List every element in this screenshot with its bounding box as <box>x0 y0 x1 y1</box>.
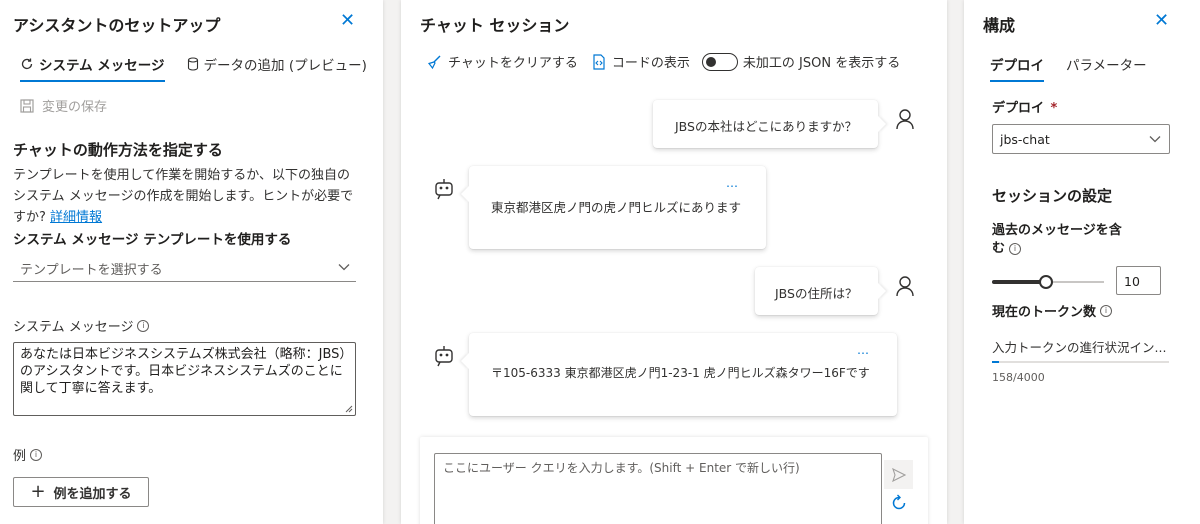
tab-label: データの追加 (プレビュー) <box>203 58 367 74</box>
bot-avatar-icon <box>435 346 453 367</box>
description-line: すか? 詳細情報 <box>13 207 373 228</box>
config-tabs: デプロイ パラメーター <box>990 54 1147 82</box>
assistant-setup-title: アシスタントのセットアップ <box>13 16 221 35</box>
raw-json-label: 未加工の JSON を表示する <box>742 56 901 71</box>
setup-tabs: システム メッセージ データの追加 (プレビュー) <box>20 54 367 82</box>
assistant-message: … 〒105-6333 東京都港区虎ノ門1-23-1 虎ノ門ヒルズ森タワー16F… <box>469 333 897 416</box>
chat-session-title: チャット セッション <box>420 16 570 35</box>
more-options-icon[interactable]: … <box>726 176 739 190</box>
resize-handle-icon[interactable] <box>345 405 353 413</box>
token-count-label-row: 現在のトークン数 i <box>992 301 1113 320</box>
regenerate-icon[interactable] <box>890 494 908 512</box>
deploy-label: デプロイ <box>992 101 1045 116</box>
assistant-message: … 東京都港区虎ノ門の虎ノ門ヒルズにあります <box>469 166 766 249</box>
close-icon[interactable]: ✕ <box>1154 12 1169 30</box>
chevron-down-icon <box>1149 136 1161 143</box>
template-dropdown[interactable]: テンプレートを選択する <box>13 254 356 282</box>
save-icon <box>20 98 34 113</box>
deploy-label-row: デプロイ * <box>992 97 1057 116</box>
behavior-heading: チャットの動作方法を指定する <box>13 141 223 159</box>
info-icon[interactable]: i <box>30 448 43 461</box>
past-messages-label-line2: む <box>992 241 1006 256</box>
behavior-description: テンプレートを使用して作業を開始するか、以下の独自の システム メッセージの作成… <box>13 165 373 228</box>
add-example-button[interactable]: + 例を追加する <box>13 477 149 507</box>
user-avatar-icon <box>896 276 914 297</box>
info-icon[interactable]: i <box>137 319 150 332</box>
session-settings-heading: セッションの設定 <box>992 187 1113 205</box>
configuration-panel: 構成 ✕ デプロイ パラメーター デプロイ * jbs-chat セッションの設… <box>964 0 1200 524</box>
tab-label: パラメーター <box>1066 58 1147 74</box>
past-messages-label-line1: 過去のメッセージを含 <box>992 223 1122 238</box>
description-line: システム メッセージの作成を開始します。ヒントが必要で <box>13 189 354 204</box>
slider-fill <box>992 280 1046 284</box>
chat-input-placeholder: ここにユーザー クエリを入力します。(Shift + Enter で新しい行) <box>443 461 800 475</box>
refresh-icon <box>21 58 33 70</box>
message-text: JBSの本社はどこにありますか？ <box>675 119 858 134</box>
save-changes-button[interactable]: 変更の保存 <box>20 96 107 115</box>
assistant-setup-panel: アシスタントのセットアップ ✕ システム メッセージ データの追加 (プレビュー… <box>0 0 383 524</box>
description-tail: すか? <box>13 210 46 225</box>
user-message: JBSの住所は？ <box>755 267 878 315</box>
required-mark: * <box>1050 101 1058 116</box>
info-icon[interactable]: i <box>1100 304 1113 317</box>
past-messages-value: 10 <box>1124 274 1140 289</box>
broom-icon <box>427 55 441 69</box>
token-progress-label: 入力トークンの進行状況イン... <box>992 340 1167 355</box>
save-changes-label: 変更の保存 <box>42 100 108 115</box>
description-line: テンプレートを使用して作業を開始するか、以下の独自の <box>13 168 350 183</box>
examples-label: 例 <box>13 449 27 464</box>
tab-deploy[interactable]: デプロイ <box>990 54 1044 82</box>
tab-label: デプロイ <box>990 58 1044 74</box>
deploy-select[interactable]: jbs-chat <box>992 124 1170 154</box>
system-message-label: システム メッセージ <box>13 320 134 335</box>
token-count-value: 158/4000 <box>992 371 1045 384</box>
message-text: 東京都港区虎ノ門の虎ノ門ヒルズにあります <box>491 200 742 215</box>
deploy-select-value: jbs-chat <box>1000 132 1050 147</box>
plus-icon: + <box>30 481 46 502</box>
chat-toolbar: チャットをクリアする コードの表示 未加工の JSON を表示する <box>426 52 900 71</box>
close-icon[interactable]: ✕ <box>340 12 355 30</box>
configuration-title: 構成 <box>983 16 1016 35</box>
token-progress-fill <box>992 361 999 363</box>
chat-input[interactable]: ここにユーザー クエリを入力します。(Shift + Enter で新しい行) <box>434 453 882 524</box>
view-code-label: コードの表示 <box>611 56 690 71</box>
tab-add-data[interactable]: データの追加 (プレビュー) <box>187 54 367 82</box>
message-text: JBSの住所は？ <box>775 286 858 301</box>
info-icon[interactable]: i <box>1009 243 1022 255</box>
chat-input-container: ここにユーザー クエリを入力します。(Shift + Enter で新しい行) <box>420 437 928 524</box>
user-message: JBSの本社はどこにありますか？ <box>653 100 878 148</box>
past-messages-label-row2: むi <box>992 240 1122 258</box>
add-example-label: 例を追加する <box>53 486 132 502</box>
user-avatar-icon <box>896 109 914 130</box>
database-icon <box>187 57 198 71</box>
tab-parameters[interactable]: パラメーター <box>1066 54 1147 82</box>
examples-label-row: 例 i <box>13 445 43 464</box>
message-text: 〒105-6333 東京都港区虎ノ門1-23-1 虎ノ門ヒルズ森タワー16Fです <box>491 366 870 380</box>
tab-system-message[interactable]: システム メッセージ <box>20 54 165 82</box>
token-count-label: 現在のトークン数 <box>992 305 1097 320</box>
send-icon <box>891 467 906 482</box>
send-button[interactable] <box>884 460 913 489</box>
chat-session-panel: チャット セッション チャットをクリアする コードの表示 未加工の JSON を… <box>401 0 947 524</box>
system-message-textarea[interactable]: あなたは日本ビジネスシステムズ株式会社（略称：JBS）のアシスタントです。日本ビ… <box>13 342 356 416</box>
clear-chat-button[interactable]: チャットをクリアする <box>426 52 578 71</box>
template-label: システム メッセージ テンプレートを使用する <box>13 232 292 248</box>
system-message-label-row: システム メッセージ i <box>13 316 150 335</box>
past-messages-input[interactable]: 10 <box>1116 266 1161 295</box>
slider-thumb[interactable] <box>1038 275 1053 289</box>
bot-avatar-icon <box>435 179 453 200</box>
token-progress-bar <box>992 361 1169 363</box>
past-messages-label: 過去のメッセージを含 むi <box>992 222 1122 258</box>
chevron-down-icon <box>338 264 350 271</box>
details-link[interactable]: 詳細情報 <box>50 210 102 225</box>
raw-json-toggle[interactable] <box>701 52 738 71</box>
past-messages-slider[interactable] <box>992 274 1104 290</box>
clear-chat-label: チャットをクリアする <box>448 56 578 71</box>
code-icon <box>593 53 605 70</box>
template-placeholder: テンプレートを選択する <box>20 263 163 278</box>
more-options-icon[interactable]: … <box>857 343 870 357</box>
view-code-button[interactable]: コードの表示 <box>592 52 690 71</box>
system-message-text: あなたは日本ビジネスシステムズ株式会社（略称：JBS）のアシスタントです。日本ビ… <box>20 347 346 396</box>
tab-label: システム メッセージ <box>39 58 165 74</box>
